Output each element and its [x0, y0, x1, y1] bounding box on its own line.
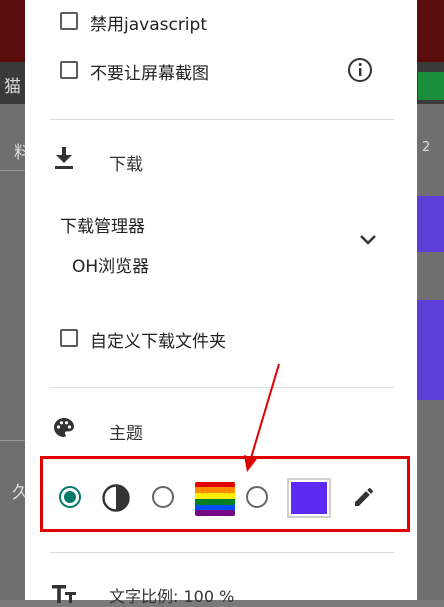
- annotation-arrow: [244, 363, 280, 472]
